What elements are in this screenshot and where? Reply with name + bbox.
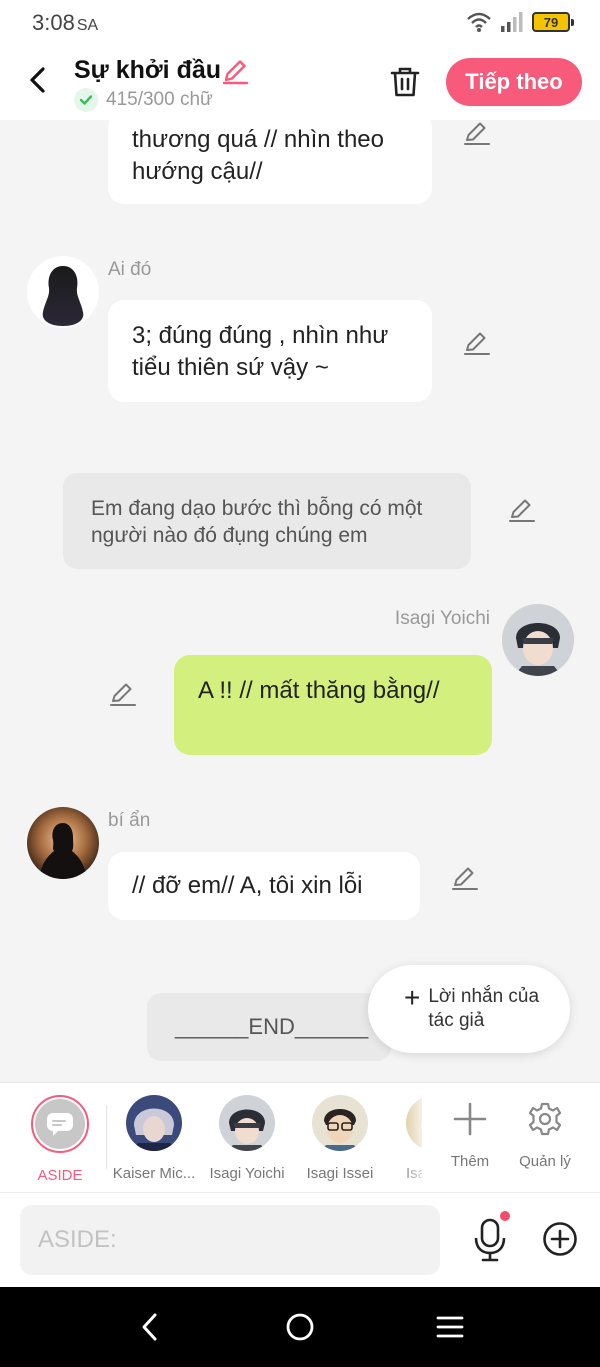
status-bar: 3:08 SA 79 xyxy=(0,0,600,44)
aside-avatar xyxy=(31,1095,89,1153)
add-character-label: Thêm xyxy=(450,1153,490,1170)
avatar-ai-do[interactable] xyxy=(27,256,99,328)
nav-home-button[interactable] xyxy=(280,1307,320,1347)
manage-characters-label: Quản lý xyxy=(519,1153,571,1170)
message-bubble[interactable]: 3; đúng đúng , nhìn như tiểu thiên sứ vậ… xyxy=(108,300,432,402)
message-bubble[interactable]: thương quá // nhìn theo hướng cậu// xyxy=(108,120,432,204)
manage-characters-button[interactable]: Quản lý xyxy=(510,1099,580,1170)
edit-message-icon[interactable] xyxy=(507,495,537,525)
trash-icon xyxy=(390,67,420,97)
message-input[interactable] xyxy=(20,1205,440,1275)
character-isagi-yoichi[interactable]: Isagi Yoichi xyxy=(202,1095,292,1182)
microphone-icon xyxy=(474,1218,506,1262)
next-button[interactable]: Tiếp theo xyxy=(446,58,582,106)
character-kaiser[interactable]: Kaiser Mic... xyxy=(109,1095,199,1182)
message-text: 3; đúng đúng , nhìn như tiểu thiên sứ vậ… xyxy=(132,322,389,381)
author-note-button[interactable]: + Lời nhắn của tác giả xyxy=(368,965,570,1053)
character-bar: ASIDE Kaiser Mic... Isagi Yoichi Isagi I… xyxy=(0,1082,600,1193)
edit-message-icon[interactable] xyxy=(462,328,492,358)
gear-icon xyxy=(528,1102,562,1136)
back-button[interactable] xyxy=(18,58,58,102)
divider xyxy=(106,1105,107,1169)
message-bubble[interactable]: A !! // mất thăng bằng// xyxy=(174,655,492,755)
character-name: ASIDE xyxy=(37,1167,83,1184)
speaker-name: bí ẩn xyxy=(108,810,151,831)
character-name: Isagi Yoichi xyxy=(209,1165,285,1182)
character-aside[interactable]: ASIDE xyxy=(15,1095,105,1184)
word-count: 415/300 chữ xyxy=(74,88,213,112)
edit-message-icon[interactable] xyxy=(108,679,138,709)
check-icon xyxy=(74,88,98,112)
character-isagi-issei[interactable]: Isagi Issei xyxy=(295,1095,385,1182)
edit-message-icon[interactable] xyxy=(450,863,480,893)
add-media-button[interactable] xyxy=(538,1217,582,1261)
end-marker[interactable]: ______END______ xyxy=(147,993,391,1061)
narration-bubble[interactable]: Em đang dạo bước thì bỗng có một người n… xyxy=(63,473,471,569)
wifi-icon xyxy=(467,12,491,32)
plus-circle-icon xyxy=(543,1222,577,1256)
story-title[interactable]: Sự khởi đầu xyxy=(74,56,221,85)
chat-bubble-icon xyxy=(47,1113,73,1136)
speaker-name: Isagi Yoichi xyxy=(394,608,490,629)
author-note-label: Lời nhắn của tác giả xyxy=(428,986,540,1031)
signal-icon xyxy=(501,12,523,32)
add-character-button[interactable]: Thêm xyxy=(435,1099,505,1170)
status-time: 3:08 SA xyxy=(32,10,99,35)
edit-message-icon[interactable] xyxy=(462,120,492,148)
character-name: Kaiser Mic... xyxy=(112,1165,196,1182)
menu-icon xyxy=(436,1316,464,1338)
input-bar xyxy=(0,1192,600,1287)
nav-back-button[interactable] xyxy=(130,1307,170,1347)
character-avatar xyxy=(126,1095,182,1151)
avatar-bi-an[interactable] xyxy=(27,807,99,879)
speaker-name: Ai đó xyxy=(108,259,152,280)
character-avatar xyxy=(219,1095,275,1151)
home-circle-icon xyxy=(286,1313,314,1341)
character-name: Isagi Issei xyxy=(306,1165,374,1182)
voice-button[interactable] xyxy=(468,1211,512,1265)
editor-header: Sự khởi đầu 415/300 chữ Tiếp theo xyxy=(0,44,600,120)
narration-text: Em đang dạo bước thì bỗng có một người n… xyxy=(91,497,423,547)
nav-menu-button[interactable] xyxy=(430,1307,470,1347)
chevron-left-icon xyxy=(30,67,45,93)
scroll-fade xyxy=(400,1083,430,1193)
avatar-isagi-yoichi[interactable] xyxy=(502,604,574,676)
message-bubble[interactable]: // đỡ em// A, tôi xin lỗi xyxy=(108,852,420,920)
message-text: A !! // mất thăng bằng// xyxy=(198,677,440,704)
message-text: thương quá // nhìn theo hướng cậu// xyxy=(132,126,384,185)
system-nav-bar xyxy=(0,1287,600,1367)
message-text: // đỡ em// A, tôi xin lỗi xyxy=(132,872,363,899)
word-count-text: 415/300 chữ xyxy=(106,89,213,110)
plus-icon xyxy=(453,1102,487,1136)
chevron-left-icon xyxy=(142,1313,157,1341)
delete-button[interactable] xyxy=(386,62,424,102)
notification-dot xyxy=(500,1211,510,1221)
plus-icon: + xyxy=(404,982,421,1013)
end-text: ______END______ xyxy=(175,1014,369,1039)
edit-title-icon[interactable] xyxy=(220,56,250,86)
battery-icon: 79 xyxy=(532,12,574,32)
character-avatar xyxy=(312,1095,368,1151)
chat-area[interactable]: thương quá // nhìn theo hướng cậu// Ai đ… xyxy=(0,120,600,1082)
status-icons: 79 xyxy=(466,8,574,36)
